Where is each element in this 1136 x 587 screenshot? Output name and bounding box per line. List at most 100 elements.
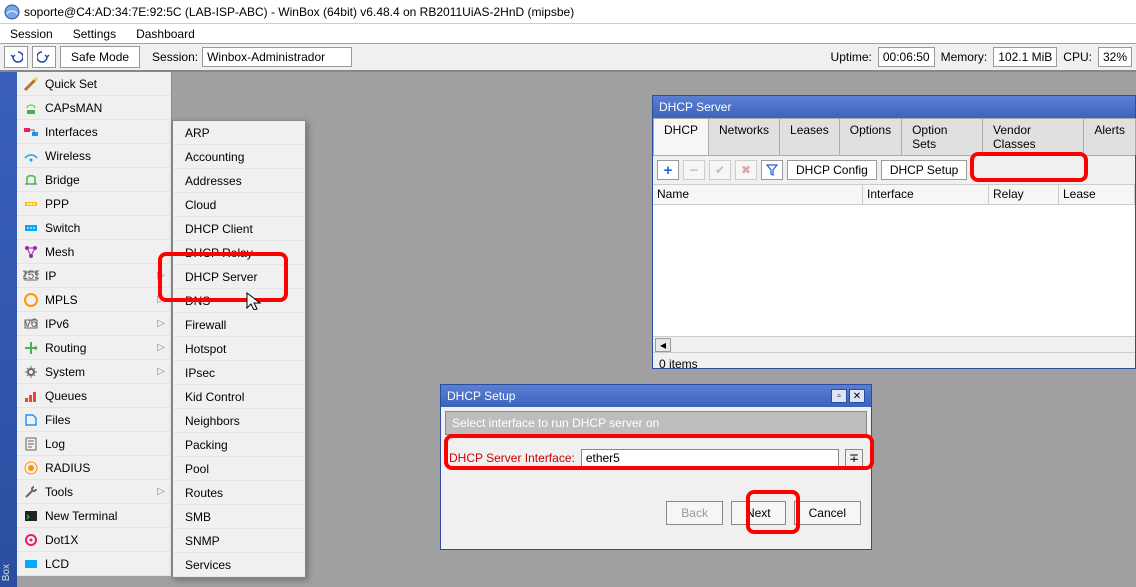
tab-leases[interactable]: Leases [779, 118, 840, 155]
sidebar-item-log[interactable]: Log [17, 432, 171, 456]
disable-button[interactable]: ✖ [735, 160, 757, 180]
sidebar-item-capsman[interactable]: CAPsMAN [17, 96, 171, 120]
bridge-icon [23, 172, 39, 188]
next-button[interactable]: Next [731, 501, 786, 525]
menu-dashboard[interactable]: Dashboard [126, 25, 205, 43]
submenu-dns[interactable]: DNS [173, 289, 305, 313]
sidebar-item-lcd[interactable]: LCD [17, 552, 171, 576]
col-relay[interactable]: Relay [989, 185, 1059, 204]
submenu-routes[interactable]: Routes [173, 481, 305, 505]
col-lease[interactable]: Lease [1059, 185, 1135, 204]
tab-vendorclasses[interactable]: Vendor Classes [982, 118, 1084, 155]
dhcp-server-titlebar[interactable]: DHCP Server [653, 96, 1135, 118]
capsman-icon [23, 100, 39, 116]
interfaces-icon [23, 124, 39, 140]
dhcp-interface-row: DHCP Server Interface: ether5 ∓ [449, 449, 863, 467]
submenu-dhcpserver[interactable]: DHCP Server [173, 265, 305, 289]
session-label: Session: [152, 50, 198, 64]
dhcp-interface-label: DHCP Server Interface: [449, 451, 575, 465]
sidebar-item-dot1x[interactable]: Dot1X [17, 528, 171, 552]
submenu-packing[interactable]: Packing [173, 433, 305, 457]
h-scrollbar[interactable]: ◂ [653, 337, 1135, 353]
submenu-firewall[interactable]: Firewall [173, 313, 305, 337]
uptime-value: 00:06:50 [878, 47, 935, 67]
sidebar-item-ipv6[interactable]: v6IPv6▷ [17, 312, 171, 336]
filter-button[interactable] [761, 160, 783, 180]
sidebar-item-switch[interactable]: Switch [17, 216, 171, 240]
sidebar-item-files[interactable]: Files [17, 408, 171, 432]
submenu-hotspot[interactable]: Hotspot [173, 337, 305, 361]
submenu-dhcpclient[interactable]: DHCP Client [173, 217, 305, 241]
wand-icon [23, 76, 39, 92]
chevron-down-icon: ∓ [849, 451, 859, 465]
sidebar-item-bridge[interactable]: Bridge [17, 168, 171, 192]
undo-button[interactable] [4, 46, 28, 68]
sidebar-item-tools[interactable]: Tools▷ [17, 480, 171, 504]
routing-icon [23, 340, 39, 356]
col-name[interactable]: Name [653, 185, 863, 204]
sidebar-item-ppp[interactable]: PPP [17, 192, 171, 216]
dhcp-setup-button[interactable]: DHCP Setup [881, 160, 967, 180]
tab-options[interactable]: Options [839, 118, 902, 155]
wireless-icon [23, 148, 39, 164]
tab-alerts[interactable]: Alerts [1083, 118, 1136, 155]
gear-icon [23, 364, 39, 380]
ip-submenu: ARP Accounting Addresses Cloud DHCP Clie… [172, 120, 306, 578]
scroll-left-icon[interactable]: ◂ [655, 338, 671, 352]
menu-session[interactable]: Session [0, 25, 63, 43]
sidebar-item-mpls[interactable]: MPLS▷ [17, 288, 171, 312]
dhcp-toolbar: + − ✔ ✖ DHCP Config DHCP Setup [653, 156, 1135, 185]
window-title: soporte@C4:AD:34:7E:92:5C (LAB-ISP-ABC) … [24, 5, 574, 19]
sidebar-item-wireless[interactable]: Wireless [17, 144, 171, 168]
sidebar-item-system[interactable]: System▷ [17, 360, 171, 384]
submenu-kidcontrol[interactable]: Kid Control [173, 385, 305, 409]
dhcp-grid-body[interactable] [653, 205, 1135, 337]
sidebar-item-mesh[interactable]: Mesh [17, 240, 171, 264]
window-minimize-button[interactable]: ▫ [831, 389, 847, 403]
dhcp-setup-titlebar[interactable]: DHCP Setup ▫ ✕ [441, 385, 871, 407]
session-field[interactable]: Winbox-Administrador [202, 47, 352, 67]
sidebar-item-queues[interactable]: Queues [17, 384, 171, 408]
submenu-cloud[interactable]: Cloud [173, 193, 305, 217]
tab-dhcp[interactable]: DHCP [653, 118, 709, 155]
sidebar-item-quickset[interactable]: Quick Set [17, 72, 171, 96]
col-interface[interactable]: Interface [863, 185, 989, 204]
dhcp-config-button[interactable]: DHCP Config [787, 160, 877, 180]
sidebar-item-radius[interactable]: RADIUS [17, 456, 171, 480]
dhcp-interface-input[interactable]: ether5 [581, 449, 839, 467]
sidebar-item-ip[interactable]: 255IP▷ [17, 264, 171, 288]
tools-icon [23, 484, 39, 500]
submenu-accounting[interactable]: Accounting [173, 145, 305, 169]
submenu-arp[interactable]: ARP [173, 121, 305, 145]
remove-button[interactable]: − [683, 160, 705, 180]
ip-icon: 255 [23, 268, 39, 284]
menu-settings[interactable]: Settings [63, 25, 126, 43]
submenu-services[interactable]: Services [173, 553, 305, 577]
submenu-addresses[interactable]: Addresses [173, 169, 305, 193]
window-titlebar: soporte@C4:AD:34:7E:92:5C (LAB-ISP-ABC) … [0, 0, 1136, 24]
radius-icon [23, 460, 39, 476]
window-close-button[interactable]: ✕ [849, 389, 865, 403]
tab-optionsets[interactable]: Option Sets [901, 118, 983, 155]
submenu-neighbors[interactable]: Neighbors [173, 409, 305, 433]
back-button[interactable]: Back [666, 501, 723, 525]
submenu-snmp[interactable]: SNMP [173, 529, 305, 553]
enable-button[interactable]: ✔ [709, 160, 731, 180]
add-button[interactable]: + [657, 160, 679, 180]
submenu-dhcprelay[interactable]: DHCP Relay [173, 241, 305, 265]
safe-mode-button[interactable]: Safe Mode [60, 46, 140, 68]
submenu-ipsec[interactable]: IPsec [173, 361, 305, 385]
dhcp-setup-dialog: DHCP Setup ▫ ✕ Select interface to run D… [440, 384, 872, 550]
chevron-right-icon: ▷ [157, 270, 165, 281]
check-icon: ✔ [715, 163, 725, 177]
dropdown-button[interactable]: ∓ [845, 449, 863, 467]
redo-button[interactable] [32, 46, 56, 68]
submenu-pool[interactable]: Pool [173, 457, 305, 481]
submenu-smb[interactable]: SMB [173, 505, 305, 529]
main-menubar: Session Settings Dashboard [0, 24, 1136, 44]
sidebar-item-interfaces[interactable]: Interfaces [17, 120, 171, 144]
sidebar-item-routing[interactable]: Routing▷ [17, 336, 171, 360]
cancel-button[interactable]: Cancel [794, 501, 861, 525]
sidebar-item-newterminal[interactable]: New Terminal [17, 504, 171, 528]
tab-networks[interactable]: Networks [708, 118, 780, 155]
